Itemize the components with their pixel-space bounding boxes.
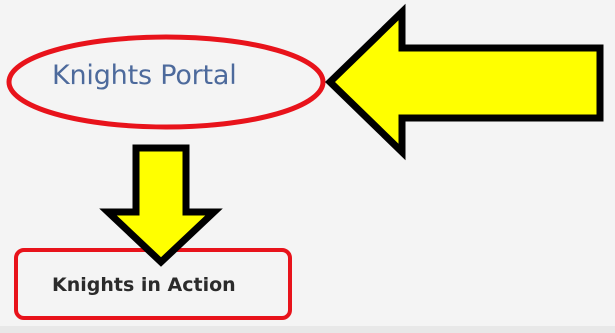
left-arrow-icon bbox=[324, 3, 604, 161]
annotation-overlay bbox=[6, 3, 604, 267]
down-arrow-icon bbox=[99, 144, 223, 267]
highlight-ellipse bbox=[6, 34, 326, 130]
